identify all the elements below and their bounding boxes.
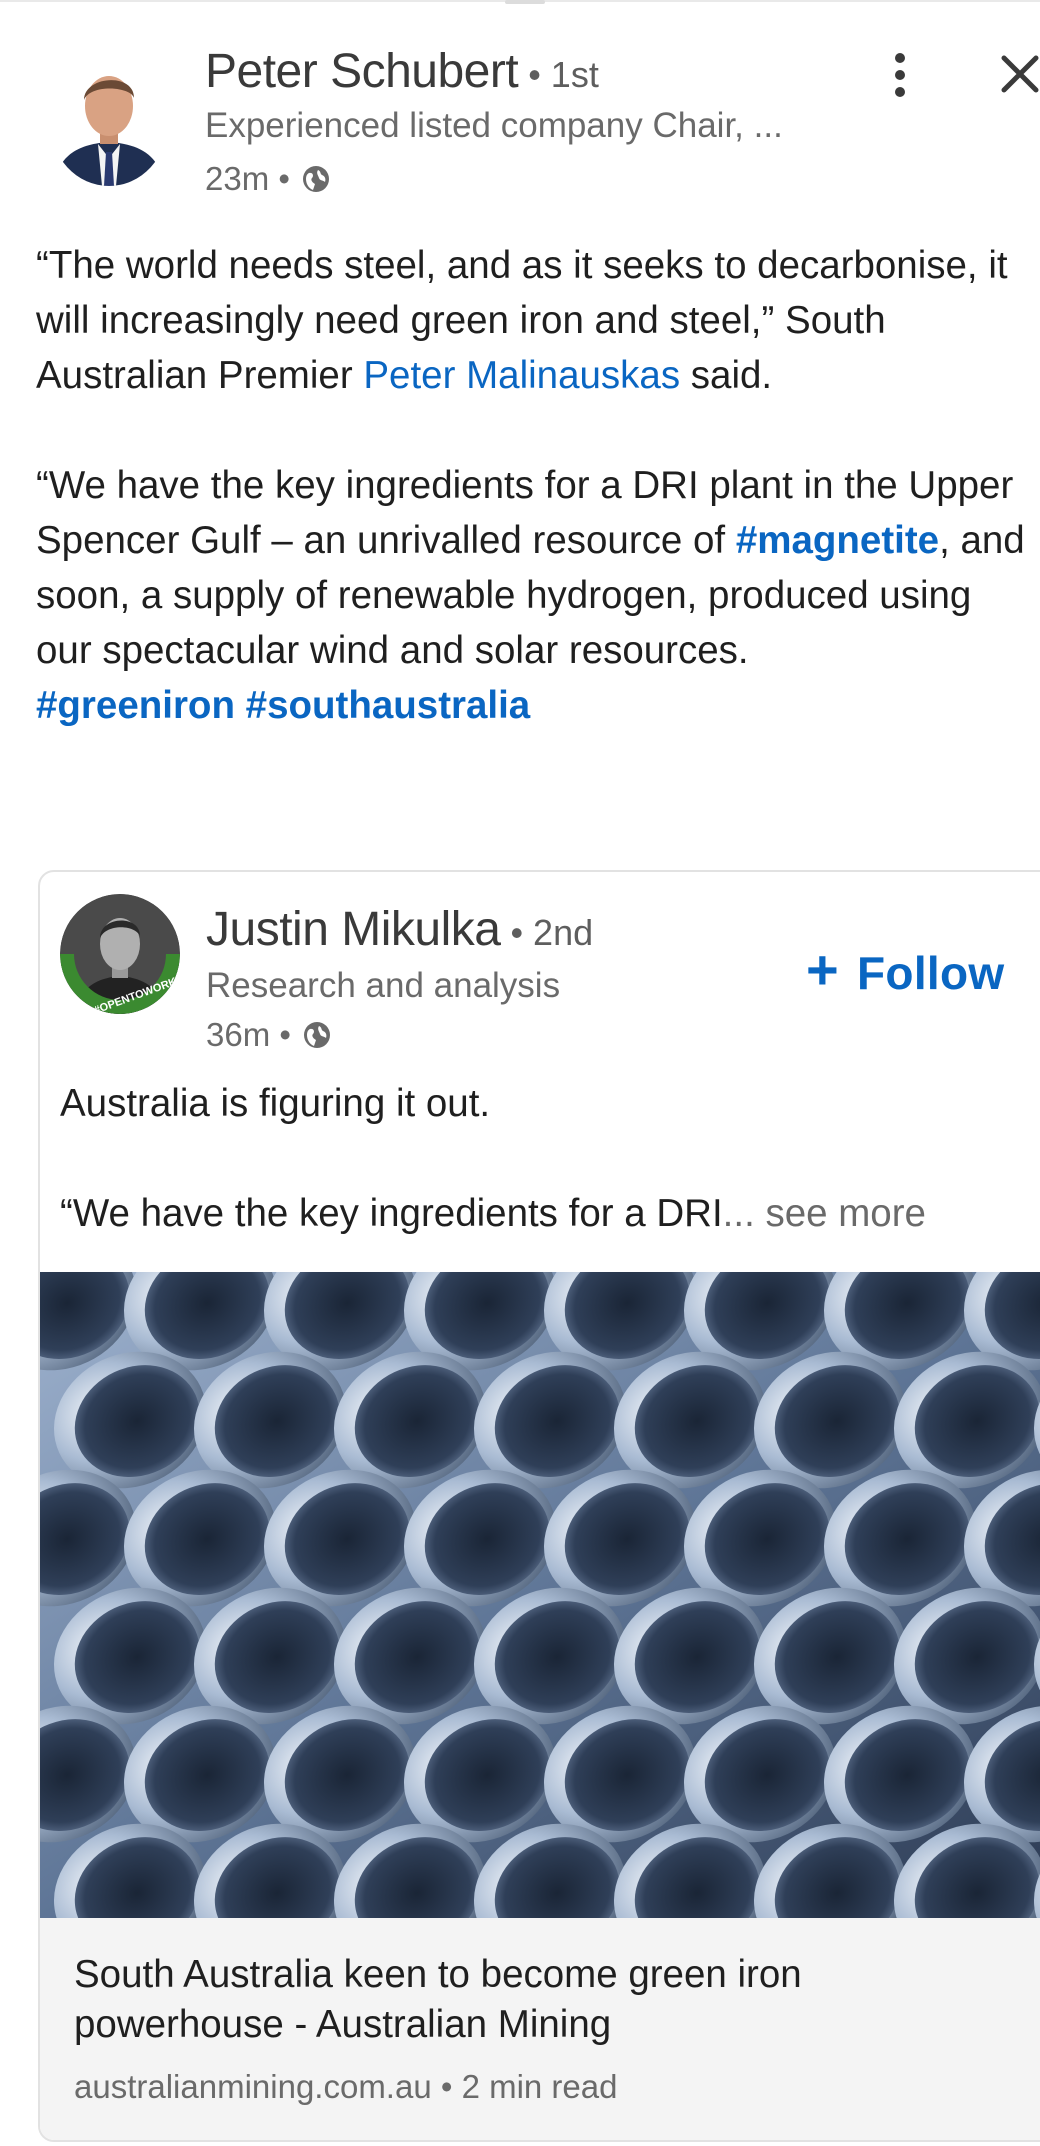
reshare-text-line: “We have the key ingredients for a DRI..… — [60, 1186, 1010, 1241]
link-title[interactable]: South Australia keen to become green iro… — [74, 1950, 974, 2050]
hashtag-links[interactable]: #greeniron #southaustralia — [36, 678, 1026, 733]
author-name[interactable]: Peter Schubert — [205, 45, 519, 98]
follow-label: Follow — [857, 947, 1005, 999]
reshare-author-avatar[interactable]: #OPENTOWORK — [60, 894, 180, 1014]
globe-icon — [300, 163, 332, 195]
author-headline: Experienced listed company Chair, ... — [205, 106, 783, 145]
reshare-post-meta: 36m • — [206, 1016, 333, 1054]
reshare-author-name[interactable]: Justin Mikulka — [206, 903, 501, 956]
reshare-text: Australia is figuring it out. “We have t… — [60, 1076, 1010, 1241]
article-image[interactable] — [40, 1233, 1040, 1961]
close-icon[interactable] — [998, 52, 1040, 96]
more-vertical-icon[interactable] — [880, 50, 920, 100]
reshare-text-segment: “We have the key ingredients for a DRI — [60, 1192, 723, 1235]
drag-handle[interactable] — [505, 0, 545, 4]
link-preview[interactable]: South Australia keen to become green iro… — [40, 1918, 1040, 2140]
author-name-line[interactable]: Peter Schubert • 1st — [205, 44, 599, 99]
globe-icon — [301, 1019, 333, 1051]
post-paragraph: “The world needs steel, and as it seeks … — [36, 238, 1026, 403]
reshared-post-card[interactable]: #OPENTOWORK Justin Mikulka • 2nd Research… — [38, 870, 1040, 2142]
reshare-post-time: 36m • — [206, 1016, 291, 1053]
post-paragraph: “We have the key ingredients for a DRI p… — [36, 458, 1026, 678]
reshare-author-headline: Research and analysis — [206, 966, 561, 1005]
plus-icon: + — [806, 938, 840, 1001]
post-meta: 23m • — [205, 160, 332, 198]
see-more-link[interactable]: ... see more — [723, 1192, 926, 1235]
post-text: “The world needs steel, and as it seeks … — [36, 238, 1026, 733]
link-source: australianmining.com.au • 2 min read — [74, 2068, 618, 2105]
reshare-connection-degree: • 2nd — [510, 912, 594, 953]
hashtag-link[interactable]: #magnetite — [736, 519, 939, 562]
follow-button[interactable]: + Follow — [806, 942, 1005, 1000]
author-avatar[interactable] — [50, 58, 168, 186]
mention-link[interactable]: Peter Malinauskas — [363, 354, 680, 397]
post-text-segment: said. — [680, 354, 773, 397]
reshare-text-line: Australia is figuring it out. — [60, 1082, 491, 1125]
connection-degree: • 1st — [528, 54, 599, 95]
reshare-author-name-line[interactable]: Justin Mikulka • 2nd — [206, 902, 593, 957]
post-time: 23m • — [205, 160, 290, 197]
